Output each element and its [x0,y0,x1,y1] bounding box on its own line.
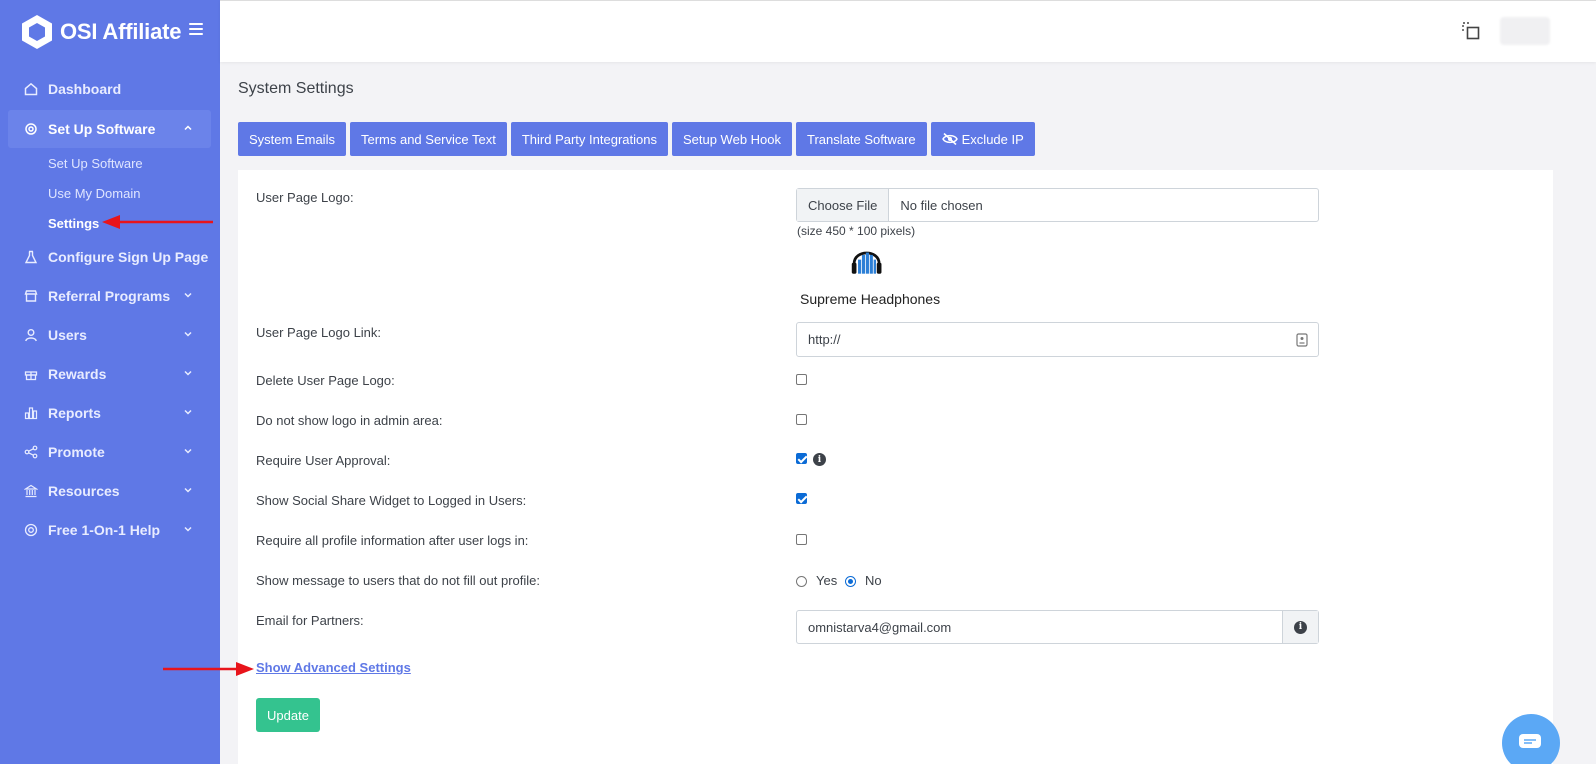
hide-admin-logo-checkbox[interactable] [796,414,807,425]
info-icon[interactable]: i [813,453,826,466]
logo-preview-image [851,251,882,274]
sidebar-subitem-set-up-software[interactable]: Set Up Software [48,156,143,171]
sidebar-item-set-up-software[interactable]: Set Up Software [8,110,211,148]
sidebar-item-label: Reports [48,405,101,421]
tab-translate-software[interactable]: Translate Software [796,122,927,156]
sidebar-item-label: Rewards [48,366,107,382]
user-avatar[interactable] [1500,17,1550,45]
sidebar-item-configure-sign-up-page[interactable]: Configure Sign Up Page [8,238,211,276]
logo-link-value: http:// [808,332,841,347]
gear-icon [23,121,39,137]
brand-logo-icon [22,15,52,49]
chevron-down-icon [184,331,192,337]
sidebar-item-label: Promote [48,444,105,460]
delete-logo-label: Delete User Page Logo: [256,373,395,388]
show-message-yes-radio[interactable] [796,576,807,587]
require-profile-checkbox[interactable] [796,534,807,545]
social-share-label: Show Social Share Widget to Logged in Us… [256,493,527,508]
annotation-arrow-advanced [163,662,254,676]
sidebar-subitem-use-my-domain[interactable]: Use My Domain [48,186,140,201]
brand-name: OSI Affiliate [60,19,182,44]
lifebuoy-icon [23,522,39,538]
tab-third-party-integrations[interactable]: Third Party Integrations [510,122,668,156]
chevron-down-icon [184,370,192,376]
partner-email-label: Email for Partners: [256,613,364,628]
bank-icon [23,483,39,499]
sidebar-item-label: Set Up Software [48,121,156,137]
contact-card-icon [1296,333,1308,347]
show-advanced-settings-link[interactable]: Show Advanced Settings [256,660,411,675]
chat-bubble-icon [1519,734,1541,748]
email-info-addon[interactable]: i [1282,611,1318,643]
delete-logo-checkbox[interactable] [796,374,807,385]
tab-system-emails[interactable]: System Emails [238,122,346,156]
chevron-up-icon [184,125,192,131]
sidebar-item-resources[interactable]: Resources [8,472,211,510]
eye-slash-icon [941,133,958,145]
sidebar-item-label: Dashboard [48,81,122,97]
chevron-down-icon [184,448,192,454]
user-icon [23,327,39,343]
sidebar-item-dashboard[interactable]: Dashboard [8,70,211,108]
hide-admin-logo-label: Do not show logo in admin area: [256,413,443,428]
logo-preview-caption: Supreme Headphones [800,291,941,307]
bar-chart-icon [23,405,39,421]
show-message-label: Show message to users that do not fill o… [256,573,540,588]
sidebar-item-users[interactable]: Users [8,316,211,354]
show-message-yes-label: Yes [816,573,838,588]
top-bar [220,0,1596,62]
sidebar-item-free-help[interactable]: Free 1-On-1 Help [8,511,211,549]
home-icon [23,81,39,97]
tab-label: Exclude IP [961,131,1024,147]
show-message-no-label: No [865,573,882,588]
flask-icon [23,249,39,265]
share-icon [23,444,39,460]
fullscreen-icon[interactable] [1462,22,1480,40]
sidebar-item-promote[interactable]: Promote [8,433,211,471]
gift-icon [23,366,39,382]
partner-email-input[interactable]: omnistarva4@gmail.com [797,611,1282,643]
tab-setup-web-hook[interactable]: Setup Web Hook [671,122,793,156]
sidebar-item-referral-programs[interactable]: Referral Programs [8,277,211,315]
sidebar: OSI Affiliate Dashboard Set Up Software … [0,0,220,764]
page-title: System Settings [238,80,354,97]
user-page-logo-file-input[interactable]: Choose File No file chosen [796,188,1319,222]
sidebar-item-rewards[interactable]: Rewards [8,355,211,393]
chevron-down-icon [184,292,192,298]
brand[interactable]: OSI Affiliate [20,14,181,50]
update-button[interactable]: Update [256,698,320,732]
sidebar-item-label: Referral Programs [48,288,171,304]
chevron-down-icon [184,526,192,532]
require-approval-checkbox[interactable] [796,453,807,464]
partner-email-input-group: omnistarva4@gmail.com i [796,610,1319,644]
sidebar-item-label: Free 1-On-1 Help [48,522,161,538]
annotation-arrow-settings [102,215,213,229]
hamburger-menu-icon[interactable] [189,23,203,36]
require-approval-label: Require User Approval: [256,453,391,468]
settings-tabs: System Emails Terms and Service Text Thi… [238,122,1039,156]
sidebar-item-reports[interactable]: Reports [8,394,211,432]
sidebar-subitem-settings[interactable]: Settings [48,216,99,231]
require-profile-label: Require all profile information after us… [256,533,529,548]
show-message-no-radio[interactable] [845,576,856,587]
sidebar-item-label: Resources [48,483,120,499]
chevron-down-icon [184,409,192,415]
logo-size-note: (size 450 * 100 pixels) [797,224,916,238]
store-icon [23,288,39,304]
choose-file-button[interactable]: Choose File [797,189,890,221]
logo-link-input[interactable]: http:// [796,322,1319,357]
logo-link-label: User Page Logo Link: [256,325,382,340]
tab-terms-and-service[interactable]: Terms and Service Text [349,122,507,156]
tab-exclude-ip[interactable]: Exclude IP [930,122,1035,156]
chat-widget-button[interactable] [1502,714,1560,764]
info-icon: i [1294,620,1307,634]
file-status: No file chosen [900,197,983,213]
chevron-down-icon [184,487,192,493]
social-share-checkbox[interactable] [796,493,807,504]
user-page-logo-label: User Page Logo: [256,190,354,205]
sidebar-item-label: Configure Sign Up Page [48,249,209,265]
sidebar-item-label: Users [48,327,87,343]
